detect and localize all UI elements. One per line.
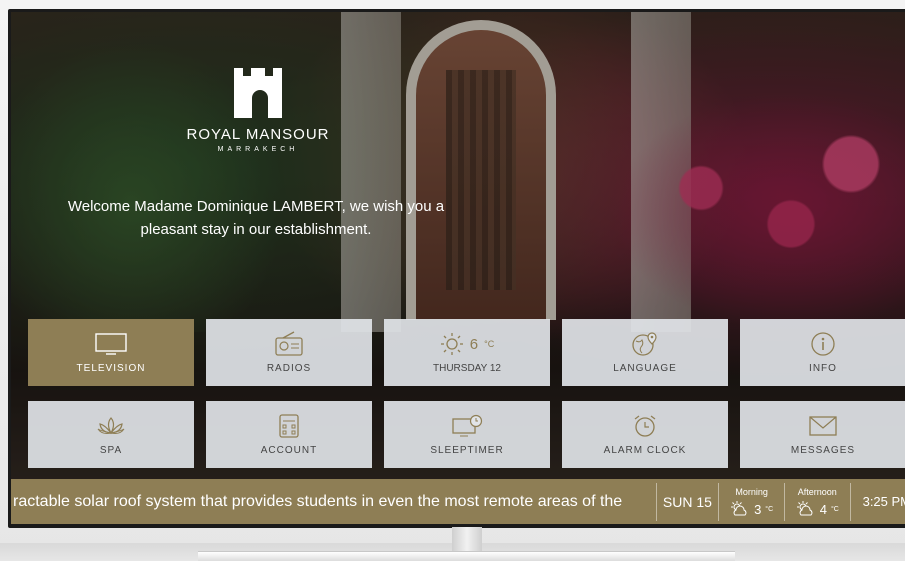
tv-scene: ROYAL MANSOUR MARRAKECH Welcome Madame D… (0, 0, 905, 561)
globe-icon (631, 331, 659, 357)
sun-icon (440, 333, 463, 355)
weather-temp: 6 (469, 335, 479, 353)
tile-info[interactable]: INFO (740, 319, 905, 386)
tile-television[interactable]: TELEVISION (28, 319, 194, 386)
forecast-morning: Morning 3 °C (719, 486, 784, 517)
tv-screen: ROYAL MANSOUR MARRAKECH Welcome Madame D… (11, 12, 905, 524)
forecast-unit: °C (830, 505, 839, 513)
clock-time: 3:25 PM (862, 494, 905, 509)
forecast-period: Morning (735, 487, 768, 497)
news-ticker: ractable solar roof system that provides… (13, 492, 623, 510)
account-icon (278, 413, 300, 439)
tile-alarm-clock[interactable]: ALARM CLOCK (562, 401, 728, 468)
info-icon (810, 331, 836, 357)
sleeptimer-icon (451, 413, 483, 439)
forecast-temp: 3 (754, 501, 762, 517)
forecast-unit: °C (765, 505, 774, 513)
ticker-date: SUN 15 (662, 493, 712, 510)
tile-label: INFO (809, 363, 837, 374)
alarm-clock-icon (632, 413, 658, 439)
tile-language[interactable]: LANGUAGE (562, 319, 728, 386)
welcome-message: Welcome Madame Dominique LAMBERT, we wis… (67, 198, 445, 238)
envelope-icon (808, 413, 838, 439)
tv-stand-base (198, 551, 735, 561)
tile-account[interactable]: ACCOUNT (206, 401, 372, 468)
tile-label: TELEVISION (76, 363, 146, 374)
tile-sleeptimer[interactable]: SLEEPTIMER (384, 401, 550, 468)
forecast-period: Afternoon (797, 487, 837, 497)
tile-weather[interactable]: 6 °C THURSDAY 12 (384, 319, 550, 386)
hotel-logo: ROYAL MANSOUR MARRAKECH (183, 64, 333, 153)
tile-label: MESSAGES (790, 445, 856, 456)
tile-label: ALARM CLOCK (603, 445, 687, 456)
tile-label: ACCOUNT (260, 445, 318, 456)
tv-icon (94, 331, 128, 357)
tile-spa[interactable]: SPA (28, 401, 194, 468)
hotel-logo-icon (234, 68, 282, 118)
weather-unit: °C (484, 339, 495, 349)
tv-stand-neck (452, 527, 482, 553)
hotel-name: ROYAL MANSOUR (186, 126, 330, 143)
cloudy-sun-icon (796, 501, 813, 516)
hotel-city: MARRAKECH (217, 146, 299, 153)
tile-label: RADIOS (266, 363, 312, 374)
info-ticker-bar: ractable solar roof system that provides… (11, 479, 905, 524)
radio-icon (274, 331, 304, 357)
tile-messages[interactable]: MESSAGES (740, 401, 905, 468)
tile-label: THURSDAY 12 (433, 363, 501, 374)
lotus-icon (96, 413, 126, 439)
tile-label: SLEEPTIMER (430, 445, 504, 456)
forecast-afternoon: Afternoon 4 °C (785, 486, 850, 517)
forecast-temp: 4 (819, 501, 827, 517)
cloudy-sun-icon (731, 501, 747, 516)
tile-radios[interactable]: RADIOS (206, 319, 372, 386)
tile-label: SPA (99, 445, 123, 456)
tile-label: LANGUAGE (613, 363, 677, 374)
